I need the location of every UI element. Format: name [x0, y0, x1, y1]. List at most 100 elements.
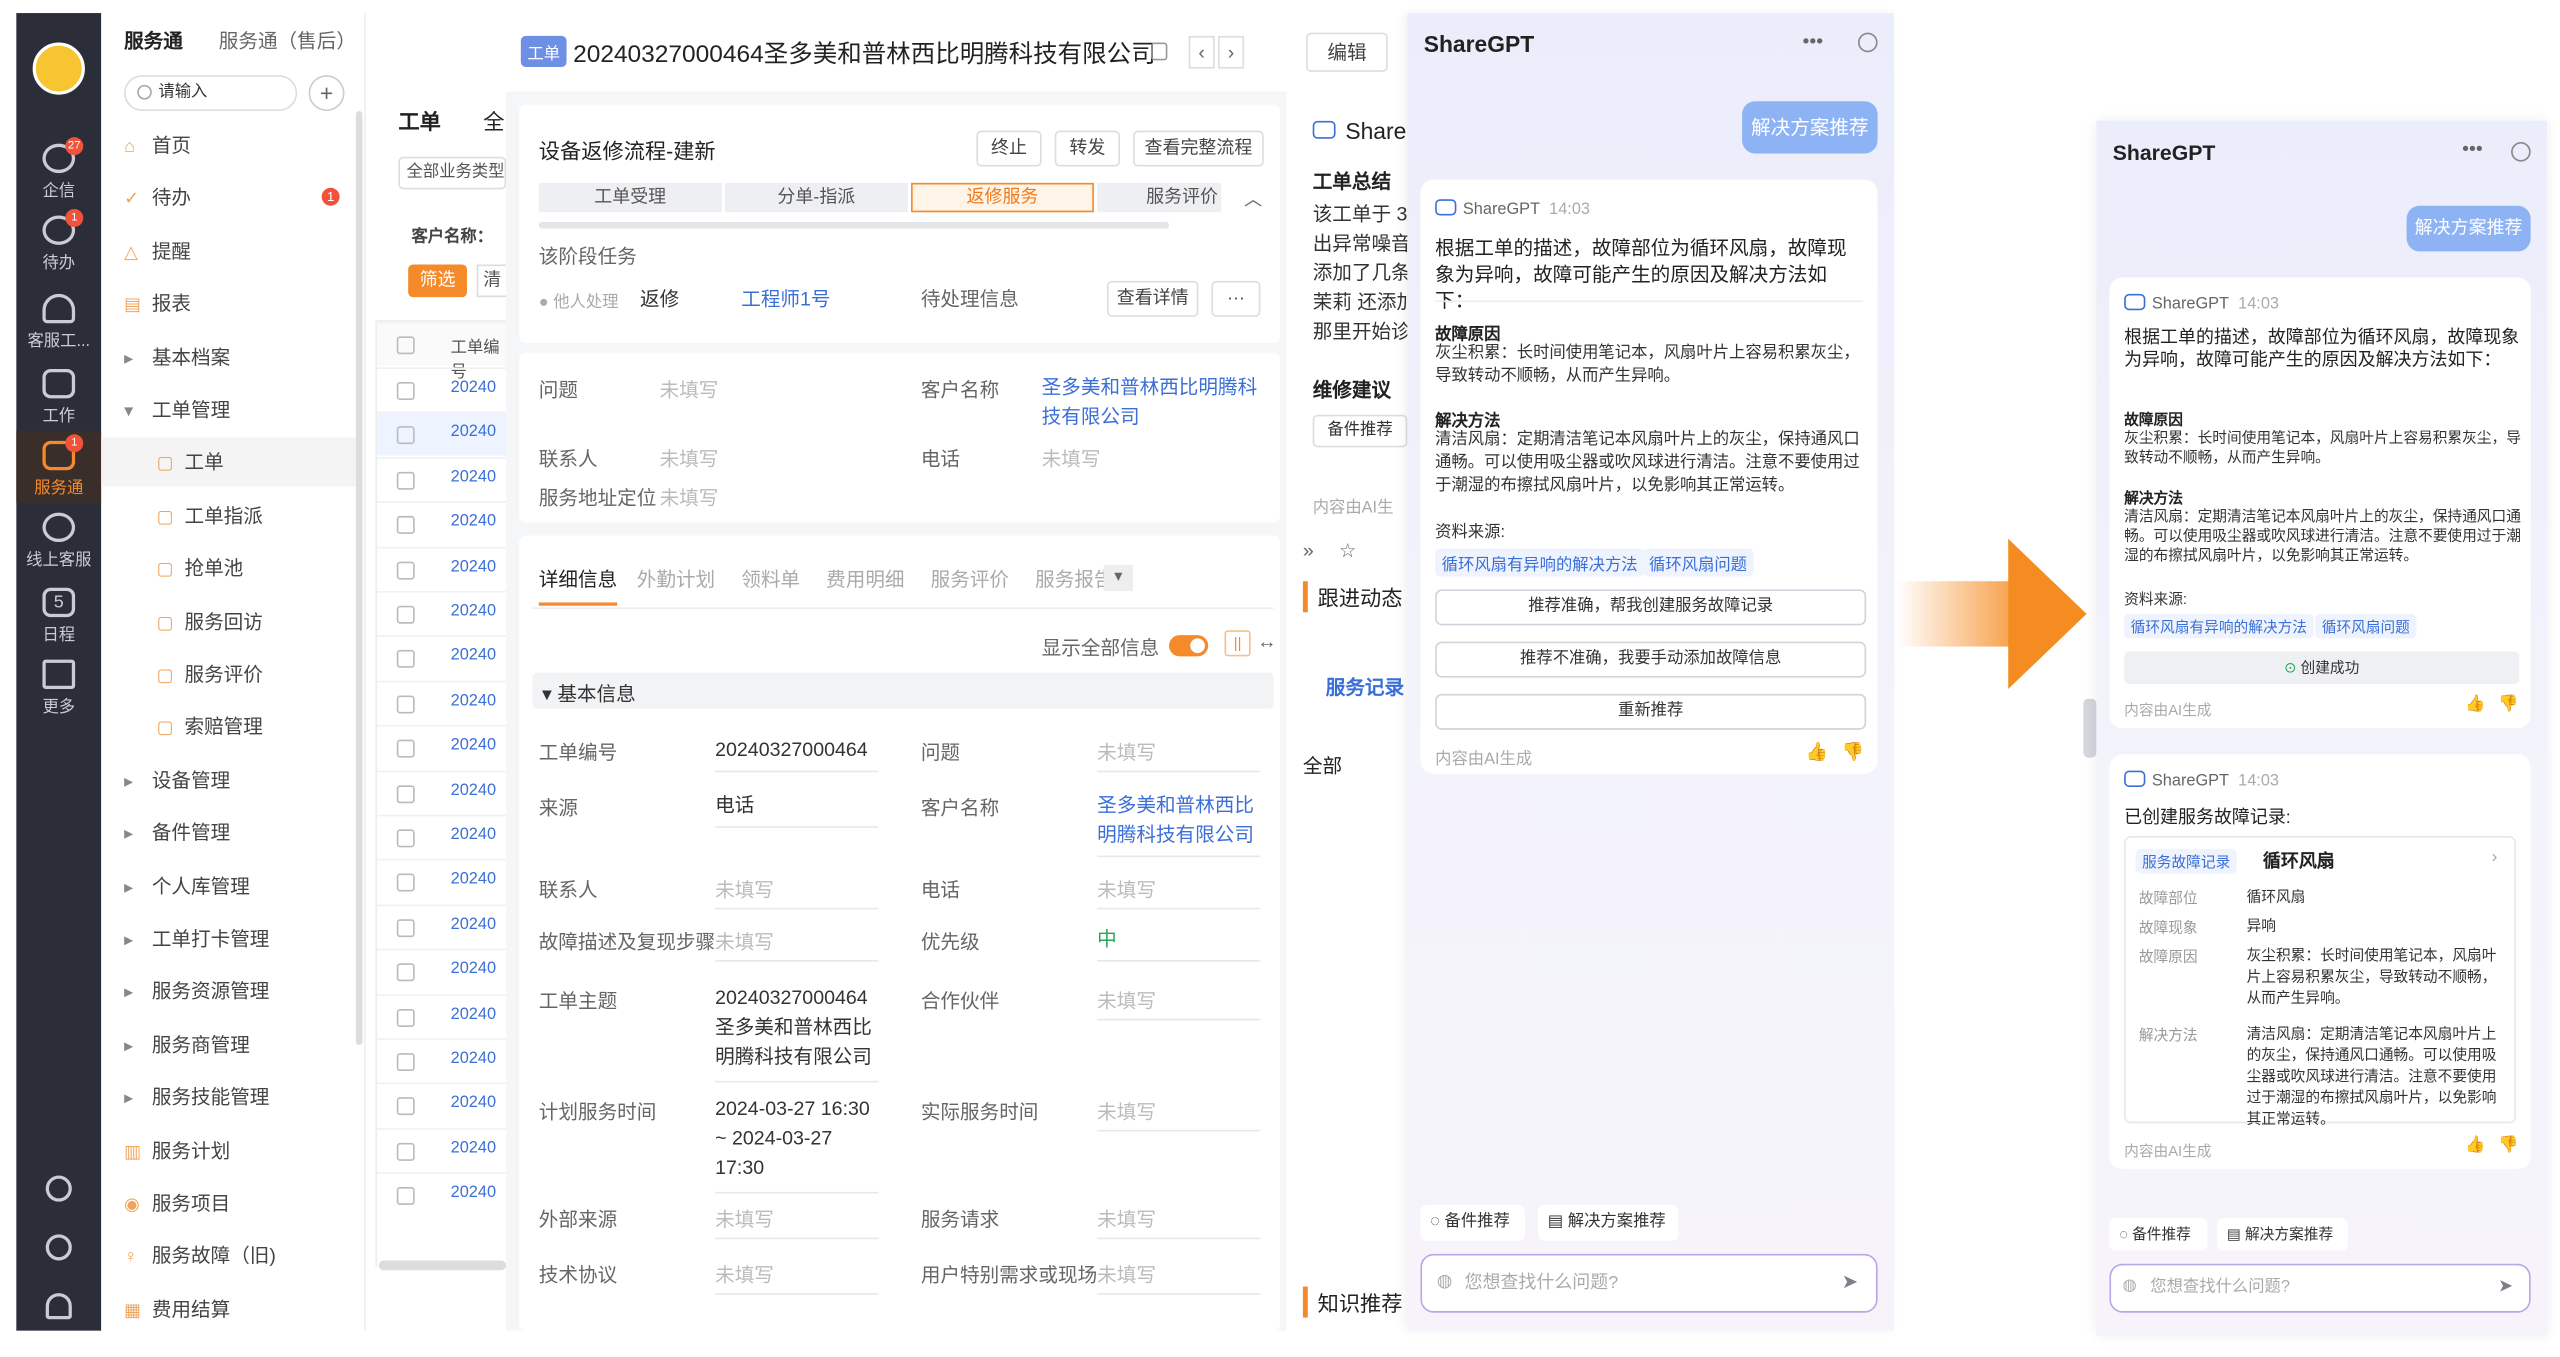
row-workorder-id[interactable]: 20240	[451, 379, 496, 397]
sidebar-scrollbar[interactable]	[355, 111, 363, 1045]
basic-info-section[interactable]: ▾ 基本信息	[532, 672, 1274, 709]
detail-tab[interactable]: 外勤计划	[637, 565, 715, 593]
row-checkbox[interactable]	[396, 426, 415, 445]
sidebar-item[interactable]: ▢ 抢单池	[101, 544, 356, 593]
source-link-2[interactable]: 循环风扇问题	[1642, 548, 1754, 577]
chat2-mic-icon[interactable]: ◍	[2123, 1277, 2137, 1295]
chat2-send-icon[interactable]: ➤	[2498, 1275, 2513, 1297]
sidebar-item[interactable]: ▸ 个人库管理	[101, 861, 356, 910]
nav-item-todo[interactable]: 1 待办	[16, 208, 101, 273]
panel-collapse-handle[interactable]	[2083, 698, 2097, 758]
row-workorder-id[interactable]: 20240	[451, 692, 496, 710]
table-row[interactable]: 20240	[377, 1127, 508, 1172]
row-workorder-id[interactable]: 20240	[451, 602, 496, 620]
sidebar-item[interactable]: ▸ 基本档案	[101, 332, 356, 381]
row-workorder-id[interactable]: 20240	[451, 647, 496, 665]
chat2-thumbs-up-icon-2[interactable]: 👍	[2465, 1136, 2485, 1154]
send-icon[interactable]: ➤	[1842, 1270, 1858, 1293]
row-checkbox[interactable]	[396, 1008, 415, 1027]
forward-button[interactable]: 转发	[1054, 130, 1121, 167]
row-workorder-id[interactable]: 20240	[451, 468, 496, 486]
flow-step-assign[interactable]: 分单-指派	[724, 182, 908, 213]
sidebar-item[interactable]: ▢ 服务评价	[101, 650, 356, 699]
sidebar-item[interactable]: ⌂ 首页	[101, 121, 356, 170]
row-checkbox[interactable]	[396, 1053, 415, 1072]
table-row[interactable]: 20240	[377, 1038, 508, 1082]
expand-width-icon[interactable]: ↔	[1257, 630, 1277, 653]
edit-button[interactable]: 编辑	[1306, 32, 1388, 72]
service-record-tab[interactable]: 服务记录	[1326, 673, 1404, 701]
sidebar-item[interactable]: ▦ 费用结算	[101, 1285, 356, 1334]
row-workorder-id[interactable]: 20240	[451, 1095, 496, 1113]
chat2-source-link-2[interactable]: 循环风扇问题	[2315, 613, 2417, 639]
table-row[interactable]: 20240	[377, 546, 508, 590]
sidebar-item[interactable]: ▢ 服务回访	[101, 597, 356, 646]
list-tab-workorder[interactable]: 工单	[398, 104, 440, 135]
space-switcher[interactable]: 服务通（售后）	[219, 26, 356, 54]
table-row[interactable]: 20240	[377, 501, 508, 546]
chat2-input[interactable]: 您想查找什么问题?	[2109, 1263, 2531, 1313]
mic-icon[interactable]: ◍	[1437, 1270, 1453, 1292]
row-workorder-id[interactable]: 20240	[451, 916, 496, 934]
sidebar-item[interactable]: ▸ 服务资源管理	[101, 967, 356, 1016]
row-checkbox[interactable]	[396, 382, 415, 401]
list-hscroll[interactable]	[378, 1260, 507, 1271]
stop-button[interactable]: 终止	[976, 130, 1042, 167]
row-checkbox[interactable]	[396, 739, 415, 758]
nav-item-fuwutong[interactable]: 1 服务通	[16, 431, 102, 503]
prev-button[interactable]: ‹	[1188, 35, 1215, 69]
flow-step-evaluate[interactable]: 服务评价	[1097, 182, 1222, 213]
thumbs-up-icon[interactable]: 👍	[1806, 741, 1828, 763]
table-row[interactable]: 20240	[377, 948, 508, 993]
table-row[interactable]: 20240	[377, 769, 508, 814]
sidebar-item[interactable]: ▢ 工单指派	[101, 491, 356, 540]
row-checkbox[interactable]	[396, 829, 415, 848]
row-workorder-id[interactable]: 20240	[451, 960, 496, 978]
flow-step-repair[interactable]: 返修服务	[911, 182, 1094, 213]
row-checkbox[interactable]	[396, 605, 415, 624]
sidebar-item[interactable]: ♀ 服务故障（旧)	[101, 1232, 356, 1281]
pin-icon[interactable]: ☆	[1339, 539, 1357, 562]
all-filter[interactable]: 全部	[1303, 751, 1342, 779]
table-row[interactable]: 20240	[377, 993, 508, 1038]
chat2-chip-parts[interactable]: ◌ 备件推荐	[2109, 1217, 2208, 1251]
chat-more-icon[interactable]: •••	[1803, 29, 1824, 52]
collapse-flow-icon[interactable]: ︿	[1244, 186, 1262, 212]
clock-icon[interactable]	[45, 1234, 72, 1261]
sidebar-item[interactable]: ▸ 备件管理	[101, 808, 356, 857]
table-row[interactable]: 20240	[377, 814, 508, 859]
detail-tab[interactable]: 领料单	[741, 565, 800, 593]
row-checkbox[interactable]	[396, 516, 415, 535]
table-row[interactable]: 20240	[377, 1083, 508, 1127]
collapse-aux-icon[interactable]: »	[1303, 539, 1314, 562]
chat2-close-icon[interactable]	[2511, 142, 2531, 162]
table-row[interactable]: 20240	[377, 725, 508, 769]
list-tab-all[interactable]: 全	[483, 104, 504, 135]
chat2-thumbs-up-icon[interactable]: 👍	[2465, 696, 2485, 714]
row-checkbox[interactable]	[396, 1097, 415, 1116]
next-button[interactable]: ›	[1217, 35, 1245, 69]
user-settings-icon[interactable]	[45, 1293, 72, 1320]
aux-parts-button[interactable]: 备件推荐	[1312, 414, 1408, 448]
table-row[interactable]: 20240	[377, 859, 508, 903]
sidebar-item[interactable]: ▸ 服务技能管理	[101, 1073, 356, 1122]
sidebar-item[interactable]: ▾ 工单管理	[101, 385, 356, 434]
view-detail-button[interactable]: 查看详情	[1106, 280, 1199, 317]
chat2-thumbs-down-icon-2[interactable]: 👎	[2498, 1136, 2518, 1154]
tabs-more-icon[interactable]: ▾	[1103, 564, 1134, 592]
chip-solution-recommend[interactable]: ▤ 解决方案推荐	[1538, 1204, 1679, 1241]
sidebar-item[interactable]: ▢ 工单	[101, 438, 356, 488]
pending-info[interactable]: 待处理信息	[921, 284, 1019, 312]
row-workorder-id[interactable]: 20240	[451, 558, 496, 576]
row-workorder-id[interactable]: 20240	[451, 1184, 496, 1202]
row-checkbox[interactable]	[396, 560, 415, 579]
customer-link[interactable]: 圣多美和普林西比明腾科技有限公司	[1042, 372, 1264, 431]
business-type-filter[interactable]: 全部业务类型	[398, 156, 507, 190]
sidebar-item[interactable]: △ 提醒	[101, 227, 356, 276]
table-row[interactable]: 20240	[377, 367, 508, 411]
table-row[interactable]: 20240	[377, 456, 508, 501]
nav-item-online[interactable]: 线上客服	[16, 512, 101, 570]
select-all-checkbox[interactable]	[396, 336, 415, 355]
nav-item-qixin[interactable]: 27 企信	[16, 137, 101, 201]
confirm-create-record-button[interactable]: 推荐准确，帮我创建服务故障记录	[1435, 589, 1867, 626]
